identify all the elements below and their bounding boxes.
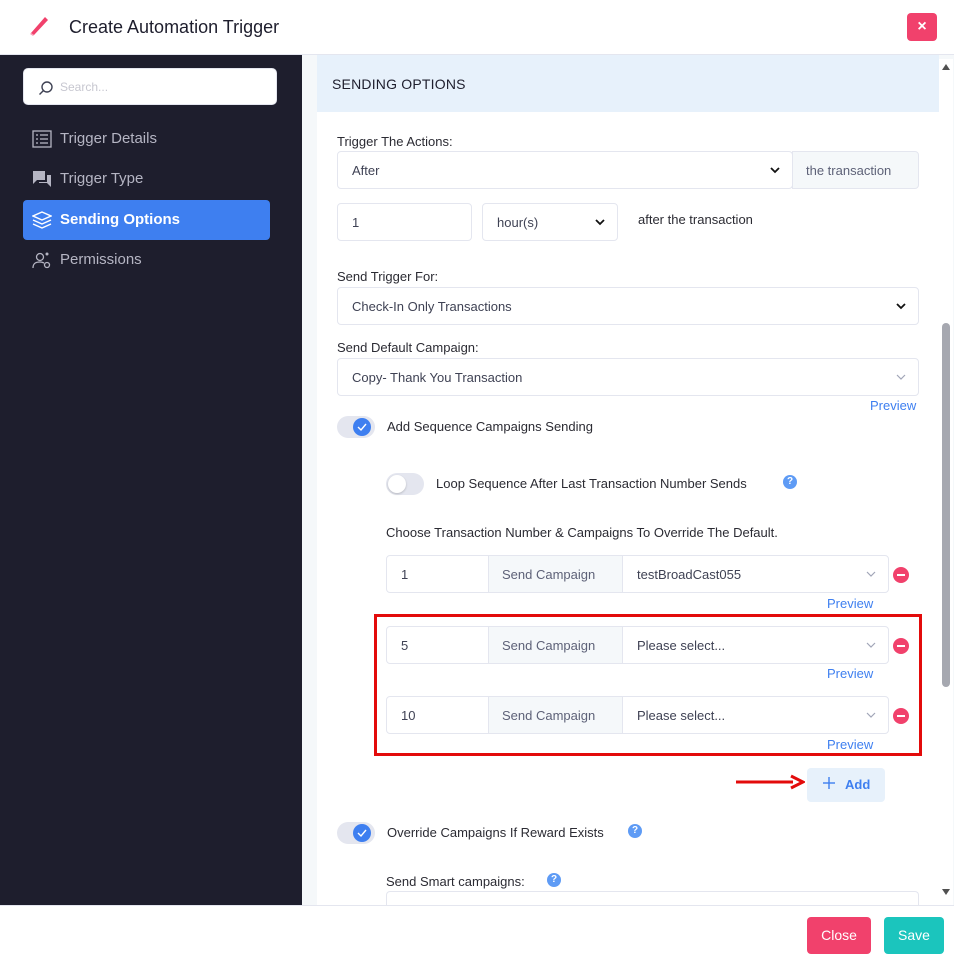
toggle-knob bbox=[388, 475, 406, 493]
section-header: SENDING OPTIONS bbox=[317, 55, 939, 112]
sequence-number-input[interactable]: 1 bbox=[386, 555, 489, 593]
sidebar-item-trigger-type[interactable]: Trigger Type bbox=[23, 159, 270, 199]
sidebar-item-label: Sending Options bbox=[60, 211, 180, 228]
sidebar: Trigger Details Trigger Type Sending Opt… bbox=[0, 55, 302, 905]
add-sequence-button[interactable]: Add bbox=[807, 768, 885, 802]
delay-value-input[interactable]: 1 bbox=[337, 203, 472, 241]
sidebar-item-permissions[interactable]: Permissions bbox=[23, 240, 270, 280]
section-title: SENDING OPTIONS bbox=[332, 76, 466, 92]
chat-icon bbox=[33, 171, 51, 187]
sequence-preview-link[interactable]: Preview bbox=[827, 596, 873, 611]
modal-footer: Close Save bbox=[0, 905, 954, 964]
help-icon[interactable]: ? bbox=[628, 824, 642, 838]
modal-header: Create Automation Trigger × bbox=[0, 0, 954, 55]
send-for-select[interactable]: Check-In Only Transactions bbox=[337, 287, 919, 325]
toggle-knob bbox=[353, 418, 371, 436]
sidebar-item-sending-options[interactable]: Sending Options bbox=[23, 200, 270, 240]
trigger-timing-select[interactable]: After bbox=[337, 151, 793, 189]
sidebar-item-label: Permissions bbox=[60, 251, 142, 268]
sidebar-item-label: Trigger Type bbox=[60, 170, 144, 187]
send-campaign-addon: Send Campaign bbox=[488, 555, 623, 593]
default-campaign-label: Send Default Campaign: bbox=[337, 340, 479, 355]
trigger-label: Trigger The Actions: bbox=[337, 134, 453, 149]
scrollbar-thumb[interactable] bbox=[942, 323, 950, 687]
check-icon bbox=[357, 829, 367, 838]
help-icon[interactable]: ? bbox=[783, 475, 797, 489]
override-toggle[interactable] bbox=[337, 822, 375, 844]
sequence-campaign-select[interactable]: testBroadCast055 bbox=[622, 555, 889, 593]
default-campaign-select[interactable]: Copy- Thank You Transaction bbox=[337, 358, 919, 396]
pencil-icon bbox=[30, 17, 48, 36]
highlight-box bbox=[374, 614, 922, 756]
check-icon bbox=[357, 423, 367, 432]
layers-icon bbox=[32, 211, 52, 229]
chevron-down-icon bbox=[896, 303, 906, 310]
scroll-down-icon[interactable] bbox=[942, 889, 950, 895]
loop-toggle[interactable] bbox=[386, 473, 424, 495]
sidebar-item-trigger-details[interactable]: Trigger Details bbox=[23, 119, 270, 159]
trigger-addon: the transaction bbox=[792, 151, 919, 189]
default-campaign-preview-link[interactable]: Preview bbox=[870, 398, 916, 413]
chevron-down-icon bbox=[896, 374, 906, 380]
choose-label: Choose Transaction Number & Campaigns To… bbox=[386, 525, 778, 540]
help-icon[interactable]: ? bbox=[547, 873, 561, 887]
chevron-down-icon bbox=[770, 167, 780, 174]
search-icon bbox=[39, 81, 53, 95]
close-x-button[interactable]: × bbox=[907, 13, 937, 41]
close-button[interactable]: Close bbox=[807, 917, 871, 954]
modal-title: Create Automation Trigger bbox=[69, 17, 280, 37]
sidebar-item-label: Trigger Details bbox=[60, 130, 157, 147]
loop-toggle-label: Loop Sequence After Last Transaction Num… bbox=[436, 476, 747, 491]
scroll-up-icon[interactable] bbox=[942, 64, 950, 70]
delay-unit-select[interactable]: hour(s) bbox=[482, 203, 618, 241]
sequence-toggle-label: Add Sequence Campaigns Sending bbox=[387, 419, 593, 434]
search-input[interactable] bbox=[60, 78, 260, 96]
plus-icon bbox=[823, 777, 835, 789]
smart-campaigns-select[interactable] bbox=[386, 891, 919, 905]
toggle-knob bbox=[353, 824, 371, 842]
chevron-down-icon bbox=[595, 219, 605, 226]
user-gear-icon bbox=[32, 252, 51, 269]
red-arrow-icon bbox=[736, 774, 805, 790]
delay-suffix: after the transaction bbox=[638, 212, 753, 227]
list-icon bbox=[32, 130, 52, 148]
override-toggle-label: Override Campaigns If Reward Exists bbox=[387, 825, 604, 840]
smart-campaigns-label: Send Smart campaigns: bbox=[386, 874, 525, 889]
send-for-label: Send Trigger For: bbox=[337, 269, 439, 284]
sequence-toggle[interactable] bbox=[337, 416, 375, 438]
remove-row-button[interactable] bbox=[893, 567, 909, 583]
chevron-down-icon bbox=[866, 571, 876, 577]
save-button[interactable]: Save bbox=[884, 917, 944, 954]
sidebar-search[interactable] bbox=[23, 68, 277, 105]
